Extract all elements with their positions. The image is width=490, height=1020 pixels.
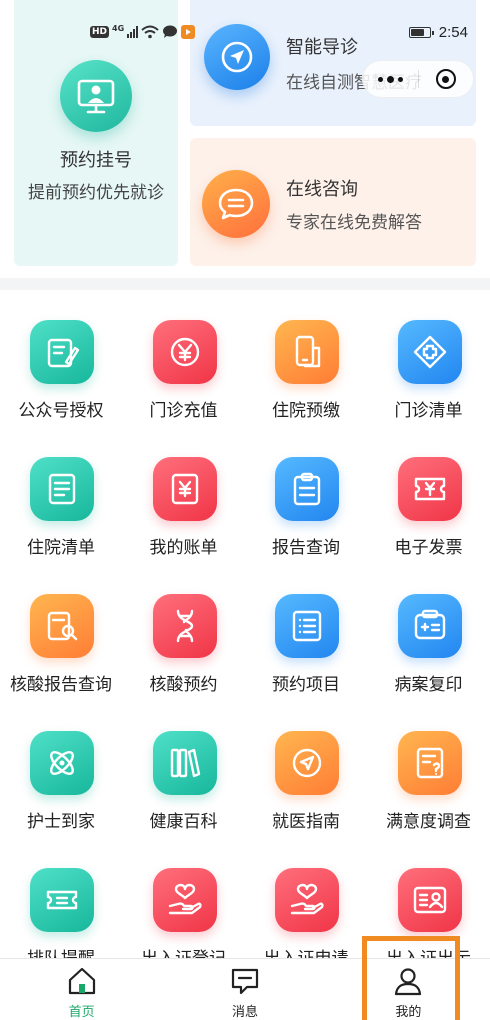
doctor-monitor-icon [60, 60, 132, 132]
service-item[interactable]: 排队提醒 [0, 838, 122, 958]
mini-program-capsule [362, 60, 474, 98]
service-label: 预约项目 [272, 675, 340, 695]
chat-bubble-icon [202, 170, 270, 238]
service-item[interactable]: 护士到家 [0, 701, 122, 832]
medical-record-icon [397, 594, 462, 658]
medical-cross-icon [397, 320, 462, 384]
nav-home[interactable]: 首页 [0, 959, 163, 1020]
more-dots-icon[interactable] [363, 61, 418, 97]
status-time: 2:54 [438, 23, 468, 41]
yen-bill-icon [152, 457, 217, 521]
service-label: 我的账单 [149, 538, 218, 558]
books-icon [152, 731, 217, 795]
yen-coin-icon [152, 320, 217, 384]
service-item[interactable]: 核酸预约 [123, 564, 245, 695]
service-item[interactable]: 就医指南 [245, 701, 367, 832]
message-icon [231, 968, 259, 995]
service-item[interactable]: 我的账单 [123, 427, 245, 558]
atom-care-icon [30, 731, 94, 795]
list-items-icon [275, 594, 339, 658]
authorize-edit-icon [30, 320, 94, 384]
status-bar: HD 4G 2:54 [90, 20, 490, 44]
clipboard-report-icon [275, 457, 339, 521]
service-item[interactable]: 预约项目 [245, 564, 367, 695]
service-item[interactable]: 住院预缴 [245, 290, 367, 421]
signal-icon [127, 26, 139, 38]
service-label: 排队提醒 [0, 944, 126, 958]
service-label: 病案复印 [394, 675, 463, 695]
user-icon [395, 968, 422, 996]
service-label: 核酸报告查询 [10, 675, 112, 695]
service-label: 健康百科 [149, 812, 218, 832]
wifi-icon [141, 25, 159, 39]
survey-icon [397, 731, 462, 795]
service-item[interactable]: 报告查询 [245, 427, 367, 558]
nav-messages-label: 消息 [231, 1005, 258, 1020]
service-item[interactable]: 门诊充值 [123, 290, 245, 421]
appointment-subtitle: 提前预约优先就诊 [28, 183, 164, 203]
service-label: 就医指南 [272, 812, 340, 832]
service-item[interactable]: 健康百科 [123, 701, 245, 832]
video-app-icon [181, 25, 196, 39]
service-label: 出入证出示 [364, 944, 490, 958]
service-label: 出入证登记 [119, 944, 249, 958]
online-consult-title: 在线咨询 [286, 179, 358, 200]
service-label: 满意度调查 [386, 812, 471, 832]
nav-profile-label: 我的 [395, 1005, 422, 1020]
service-item[interactable]: 出入证申请 [245, 838, 367, 958]
nav-home-label: 首页 [68, 1005, 95, 1020]
service-label: 出入证申请 [241, 944, 371, 958]
queue-ticket-icon [30, 868, 94, 932]
network-type: 4G [112, 23, 125, 33]
dna-icon [152, 594, 217, 658]
invoice-icon [397, 457, 462, 521]
online-consult-card[interactable]: 在线咨询 专家在线免费解答 [190, 138, 476, 266]
service-label: 护士到家 [27, 812, 95, 832]
id-card-icon [397, 868, 462, 932]
service-label: 公众号授权 [18, 401, 104, 421]
service-item[interactable]: 门诊清单 [368, 290, 490, 421]
document-list-icon [30, 457, 94, 521]
service-item[interactable]: 满意度调查 [368, 701, 490, 832]
service-item[interactable]: 病案复印 [368, 564, 490, 695]
report-search-icon [30, 594, 94, 658]
service-label: 门诊充值 [149, 401, 218, 421]
hand-heart-icon [275, 868, 339, 932]
nav-messages[interactable]: 消息 [163, 959, 326, 1020]
service-item[interactable]: 公众号授权 [0, 290, 122, 421]
compass-guide-icon [275, 731, 339, 795]
service-item[interactable]: 出入证出示 [368, 838, 490, 958]
service-label: 核酸预约 [149, 675, 218, 695]
service-label: 报告查询 [272, 538, 340, 558]
nav-profile[interactable]: 我的 [327, 959, 490, 1020]
battery-icon [408, 26, 434, 38]
services-grid: 公众号授权 门诊充值 住院预缴 门诊清单住院清单 我的账单 报告查询 电子发票核酸报告查询 核… [0, 290, 490, 958]
appointment-title: 预约挂号 [60, 150, 132, 171]
service-label: 住院清单 [27, 538, 95, 558]
online-consult-subtitle: 专家在线免费解答 [286, 213, 422, 233]
service-item[interactable]: 住院清单 [0, 427, 122, 558]
service-label: 门诊清单 [394, 401, 463, 421]
home-icon [68, 967, 95, 995]
service-label: 电子发票 [394, 538, 463, 558]
close-target-icon[interactable] [419, 61, 473, 97]
service-label: 住院预缴 [272, 401, 340, 421]
phone-payment-icon [275, 320, 339, 384]
section-divider [0, 278, 490, 290]
hd-badge: HD [90, 26, 110, 38]
service-item[interactable]: 电子发票 [368, 427, 490, 558]
service-item[interactable]: 出入证登记 [123, 838, 245, 958]
bottom-nav: 首页 消息 我的 [0, 958, 490, 1020]
hand-heart-icon [152, 868, 217, 932]
chat-bubble-icon [163, 25, 178, 38]
service-item[interactable]: 核酸报告查询 [0, 564, 122, 695]
